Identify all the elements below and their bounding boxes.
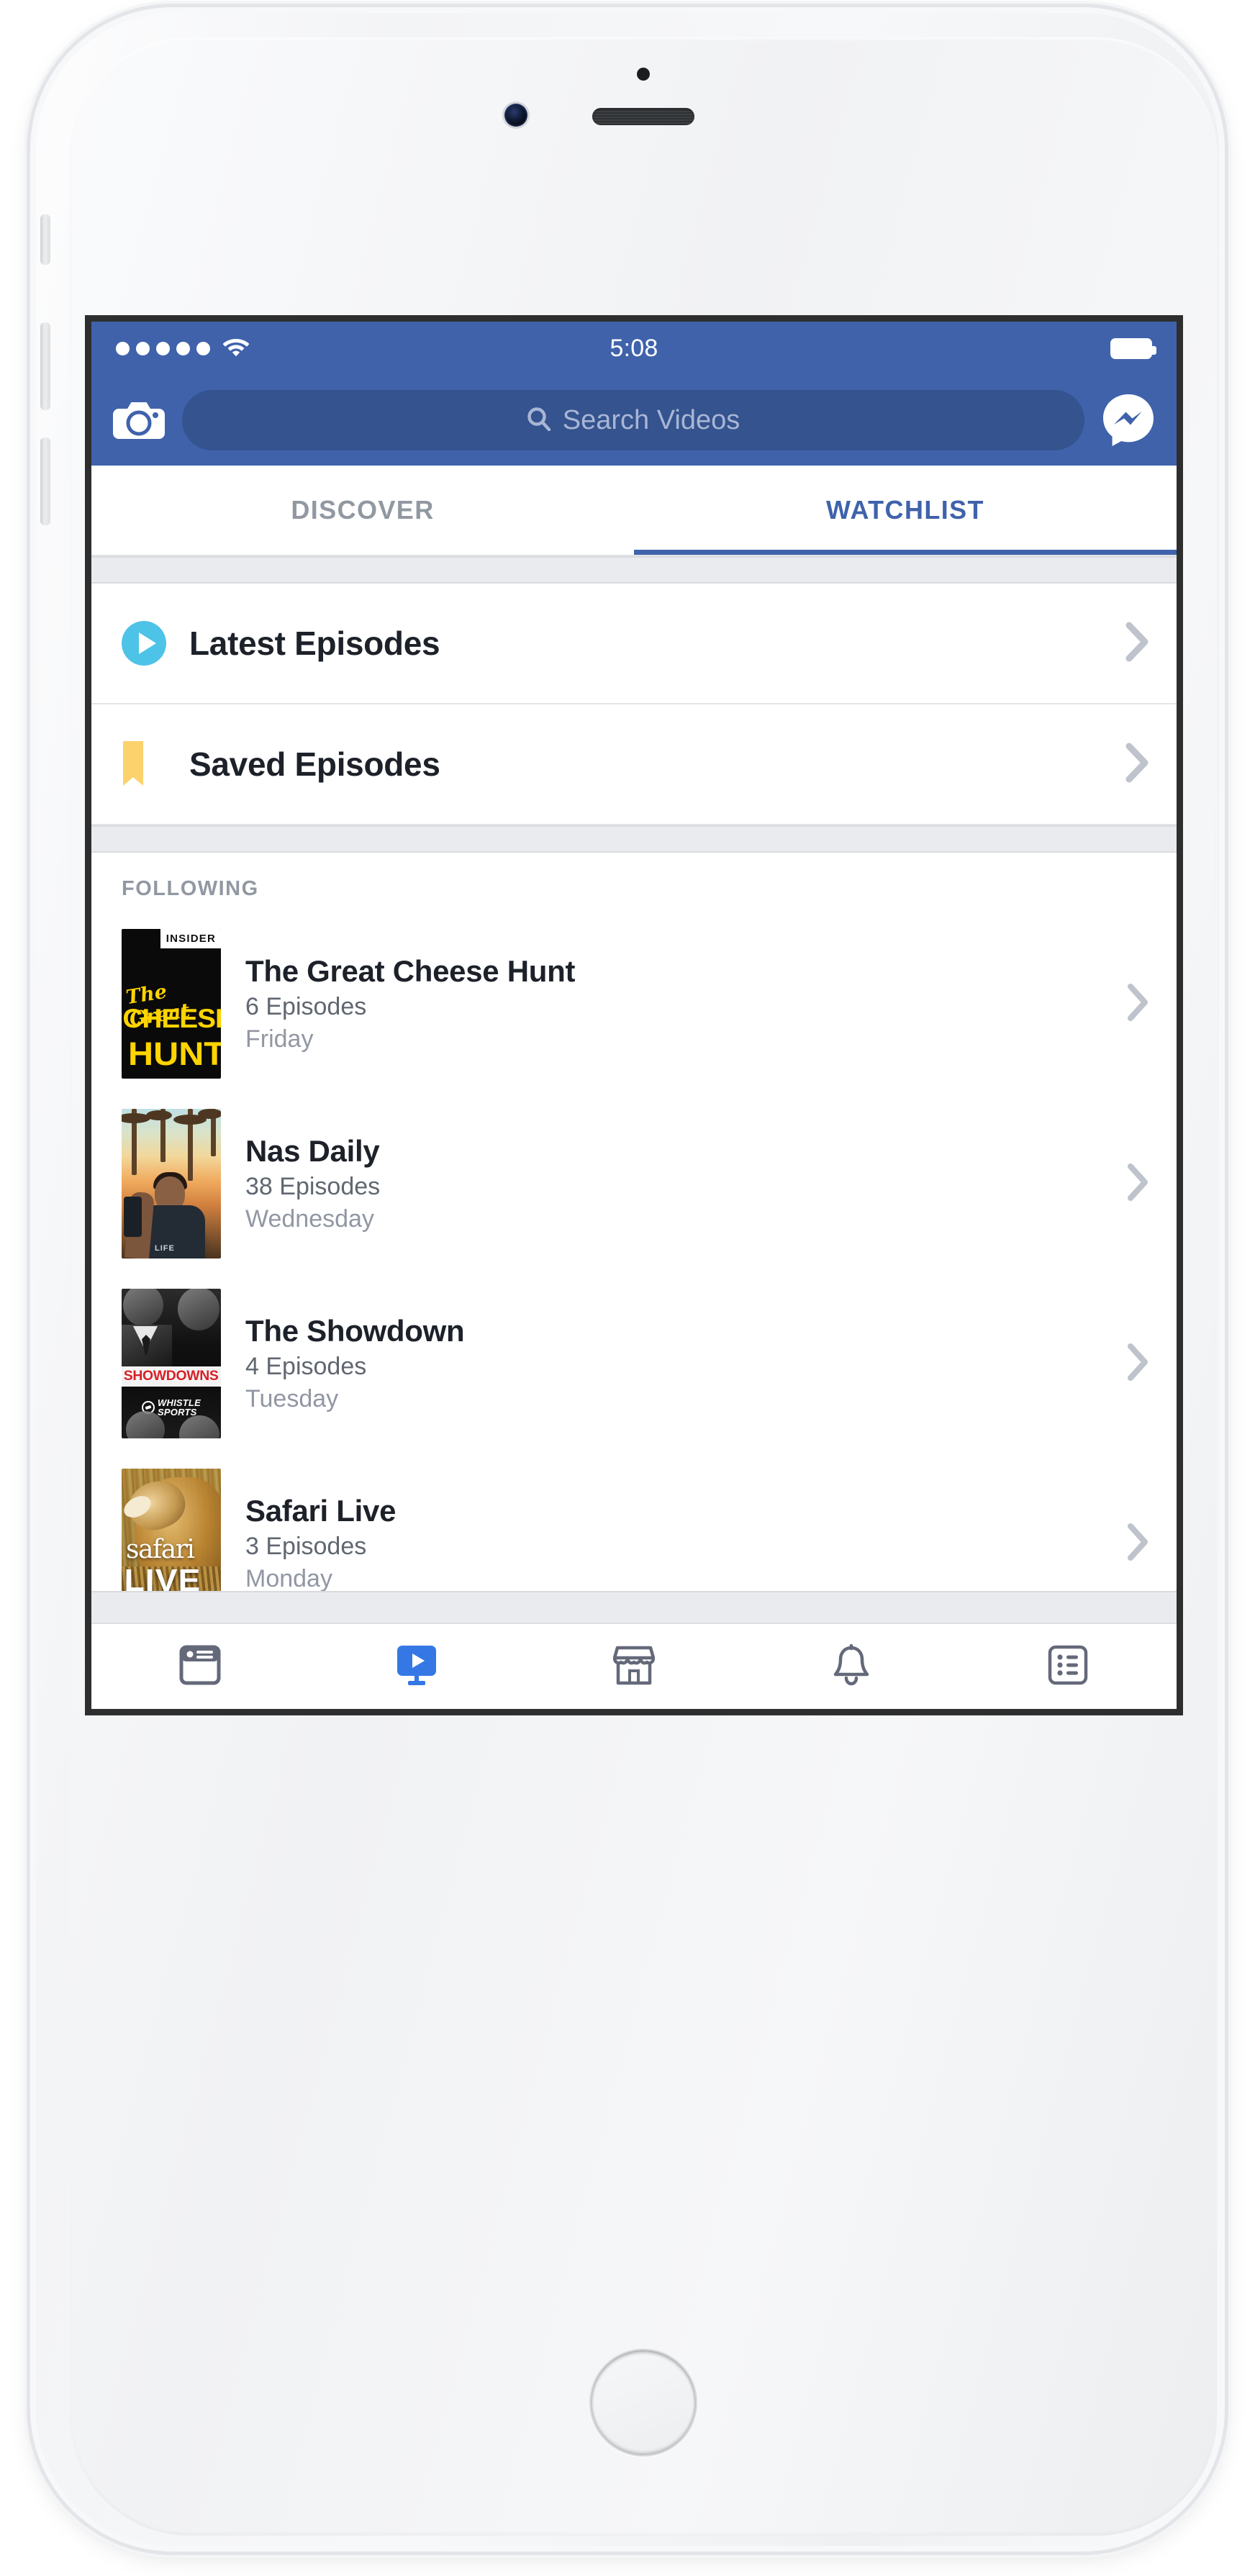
bookmark-icon [120, 740, 189, 789]
show-thumbnail-nas-daily: LIFE [122, 1109, 221, 1258]
tab-discover-label: DISCOVER [291, 495, 434, 525]
app-screen: 5:08 Search Videos [91, 322, 1177, 1709]
tab-menu[interactable] [959, 1645, 1177, 1689]
menu-list-icon [1048, 1645, 1088, 1689]
video-icon [395, 1644, 438, 1690]
chevron-right-icon [1126, 1343, 1149, 1385]
front-camera [504, 104, 527, 127]
marketplace-icon [613, 1644, 655, 1690]
chevron-right-icon [1125, 622, 1149, 666]
chevron-right-icon [1126, 1163, 1149, 1205]
show-day: Friday [245, 1025, 575, 1053]
tab-discover[interactable]: DISCOVER [91, 466, 634, 555]
show-meta: Nas Daily 38 Episodes Wednesday [245, 1134, 380, 1233]
volume-up-button[interactable] [40, 322, 50, 410]
show-episode-count: 3 Episodes [245, 1533, 396, 1561]
show-meta: Safari Live 3 Episodes Monday [245, 1494, 396, 1593]
top-tabs: DISCOVER WATCHLIST [91, 466, 1177, 556]
thumb-text-line2: CHEESE [122, 1004, 221, 1034]
show-thumbnail-the-showdown: SHOWDOWNS WHISTLE SPORTS [122, 1289, 221, 1438]
status-bar-time: 5:08 [91, 322, 1177, 375]
show-meta: The Great Cheese Hunt 6 Episodes Friday [245, 954, 575, 1053]
thumb-text-line3: HUNT [128, 1035, 221, 1073]
thumb-banner-text: SHOWDOWNS [124, 1369, 219, 1384]
wifi-icon [222, 336, 250, 361]
messenger-icon[interactable] [1102, 393, 1155, 448]
show-episode-count: 6 Episodes [245, 993, 575, 1021]
thumb-text-line1: safari [126, 1538, 194, 1562]
row-saved-episodes[interactable]: Saved Episodes [91, 704, 1177, 825]
silent-switch[interactable] [40, 214, 50, 265]
following-header: FOLLOWING [91, 853, 1177, 914]
tab-video[interactable] [309, 1644, 526, 1690]
chevron-right-icon [1126, 1523, 1149, 1565]
battery-icon [1110, 338, 1152, 359]
tab-notifications[interactable] [743, 1644, 960, 1690]
cellular-signal-icon [116, 342, 210, 355]
list-item[interactable]: SHOWDOWNS WHISTLE SPORTS The Showdown 4 … [91, 1274, 1177, 1453]
status-bar: 5:08 [91, 322, 1177, 375]
play-circle-icon [120, 620, 189, 667]
tab-marketplace[interactable] [525, 1644, 743, 1690]
bottom-tab-bar [91, 1623, 1177, 1709]
row-saved-episodes-label: Saved Episodes [189, 745, 440, 784]
show-day: Wednesday [245, 1205, 380, 1233]
notifications-bell-icon [833, 1644, 870, 1690]
volume-down-button[interactable] [40, 437, 50, 525]
show-episode-count: 38 Episodes [245, 1173, 380, 1201]
search-input[interactable]: Search Videos [182, 390, 1084, 450]
phone-screen: 5:08 Search Videos [85, 315, 1183, 1715]
news-feed-icon [179, 1645, 221, 1689]
earpiece-speaker [592, 108, 694, 125]
status-bar-right [1110, 338, 1152, 359]
thumb-banner: SHOWDOWNS [122, 1366, 221, 1387]
proximity-sensor [637, 68, 650, 81]
chevron-right-icon [1126, 983, 1149, 1025]
show-title: The Showdown [245, 1314, 464, 1348]
row-latest-episodes-label: Latest Episodes [189, 624, 440, 663]
tabbar-spacer [91, 1591, 1177, 1624]
show-title: Safari Live [245, 1494, 396, 1528]
show-day: Monday [245, 1565, 396, 1593]
row-latest-episodes[interactable]: Latest Episodes [91, 584, 1177, 704]
section-divider-top [91, 556, 1177, 584]
section-divider-following [91, 825, 1177, 853]
chevron-right-icon [1125, 743, 1149, 786]
list-item[interactable]: LIFE Nas Daily 38 Episodes Wednesday [91, 1094, 1177, 1274]
show-title: The Great Cheese Hunt [245, 954, 575, 989]
show-title: Nas Daily [245, 1134, 380, 1169]
tab-news-feed[interactable] [91, 1645, 309, 1689]
search-placeholder: Search Videos [563, 405, 740, 436]
app-nav-bar: Search Videos [91, 375, 1177, 466]
list-item[interactable]: INSIDER The Great CHEESE HUNT The Great … [91, 914, 1177, 1094]
tab-watchlist[interactable]: WATCHLIST [634, 466, 1177, 555]
show-meta: The Showdown 4 Episodes Tuesday [245, 1314, 464, 1413]
show-day: Tuesday [245, 1385, 464, 1413]
thumb-badge-insider: INSIDER [160, 929, 221, 948]
tab-watchlist-label: WATCHLIST [826, 495, 984, 525]
camera-icon[interactable] [113, 399, 165, 442]
show-thumbnail-cheese-hunt: INSIDER The Great CHEESE HUNT [122, 929, 221, 1079]
status-bar-left [116, 336, 250, 361]
search-icon [527, 407, 551, 435]
thumb-shirt-text: LIFE [155, 1244, 175, 1253]
home-button[interactable] [589, 2349, 697, 2457]
show-episode-count: 4 Episodes [245, 1353, 464, 1381]
